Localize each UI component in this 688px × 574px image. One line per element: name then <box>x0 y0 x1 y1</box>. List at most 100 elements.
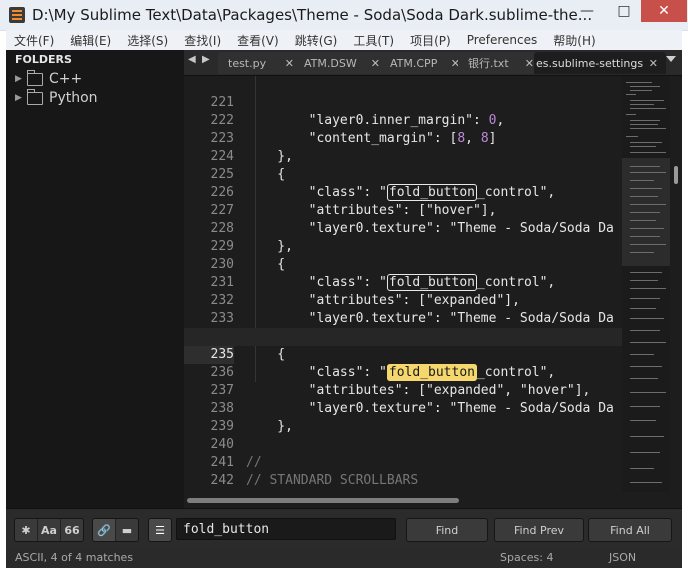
folders-header: FOLDERS <box>15 53 72 66</box>
minimap-line <box>630 420 656 421</box>
minimap-line <box>630 142 662 143</box>
minimap-line <box>630 406 660 407</box>
folder-cpp[interactable]: ▶ C++ <box>15 69 82 89</box>
minimap-line <box>630 166 660 167</box>
find-button[interactable]: Find <box>406 518 488 542</box>
tab-close-icon[interactable]: ✕ <box>371 57 380 70</box>
menu-project[interactable]: 项目(P) <box>402 32 459 49</box>
wrap-toggle-icon[interactable]: 🔗 <box>93 519 116 541</box>
vertical-scrollbar[interactable] <box>670 76 682 492</box>
tab-prev-icon[interactable]: ◀ <box>188 54 196 65</box>
code-line[interactable]: 241 // STANDARD SCROLLBARS <box>184 436 622 488</box>
minimap-line <box>630 188 662 189</box>
find-prev-button[interactable]: Find Prev <box>494 518 584 542</box>
minimap[interactable] <box>622 76 670 492</box>
tab-list-dropdown-icon[interactable] <box>666 56 676 62</box>
code-line[interactable]: 226 "attributes": ["hover"], <box>184 166 622 218</box>
code-line[interactable]: 236 "attributes": ["expanded", "hover"], <box>184 346 622 398</box>
highlight-matches-toggle-icon[interactable]: ☰ <box>149 519 171 541</box>
case-sensitive-toggle-icon[interactable]: Aa <box>38 519 61 541</box>
menu-find[interactable]: 查找(I) <box>176 32 229 49</box>
tab-test-py[interactable]: test.py ✕ <box>218 52 302 74</box>
folder-label: Python <box>49 90 98 106</box>
menu-view[interactable]: 查看(V) <box>229 32 287 49</box>
minimap-line <box>630 228 664 229</box>
status-syntax[interactable]: JSON <box>609 551 636 564</box>
minimap-line <box>626 136 638 137</box>
code-line[interactable]: 229 { <box>184 220 622 272</box>
close-window-button[interactable]: ✕ <box>641 0 687 22</box>
status-indentation[interactable]: Spaces: 4 <box>500 551 553 564</box>
find-all-button[interactable]: Find All <box>588 518 672 542</box>
code-line[interactable]: 232 "layer0.texture": "Theme - Soda/Soda… <box>184 274 622 326</box>
code-line[interactable]: 222 "content_margin": [8, 8] <box>184 94 622 146</box>
code-line[interactable]: 233 }, <box>184 292 622 344</box>
minimap-line <box>630 196 658 197</box>
horizontal-scrollbar[interactable] <box>184 492 682 508</box>
menu-bar: 文件(F) 编辑(E) 选择(S) 查找(I) 查看(V) 跳转(G) 工具(T… <box>6 30 682 50</box>
code-line[interactable]: 228 }, <box>184 202 622 254</box>
expand-arrow-icon[interactable]: ▶ <box>15 74 27 84</box>
tab-label: test.py <box>228 56 267 70</box>
menu-edit[interactable]: 编辑(E) <box>62 32 119 49</box>
minimap-line <box>630 120 660 121</box>
editor-window: FOLDERS ▶ C++ ▶ Python ◀ ▶ test.py ✕ ATM… <box>6 50 682 568</box>
tab-bar: ◀ ▶ test.py ✕ ATM.DSW ✕ ATM.CPP ✕ 银行.txt… <box>184 50 682 76</box>
sublime-app-icon <box>9 7 25 23</box>
horizontal-scroll-thumb[interactable] <box>187 498 459 503</box>
vertical-scroll-thumb[interactable] <box>674 166 678 184</box>
code-line[interactable]: 237 "layer0.texture": "Theme - Soda/Soda… <box>184 364 622 416</box>
code-line[interactable]: 239 <box>184 400 622 434</box>
maximize-button[interactable]: □ <box>607 0 641 22</box>
minimap-line <box>630 244 666 245</box>
tab-atm-dsw[interactable]: ATM.DSW ✕ <box>294 52 388 74</box>
minimap-line <box>630 354 654 355</box>
menu-goto[interactable]: 跳转(G) <box>287 32 346 49</box>
minimap-line <box>626 114 636 115</box>
code-line[interactable]: 243 <box>184 472 622 492</box>
find-input[interactable] <box>176 518 396 540</box>
tab-next-icon[interactable]: ▶ <box>202 54 210 65</box>
folder-python[interactable]: ▶ Python <box>15 88 98 108</box>
code-line[interactable]: 223 }, <box>184 112 622 164</box>
minimap-line <box>630 482 662 483</box>
menu-preferences[interactable]: Preferences <box>459 33 546 47</box>
code-line-current[interactable]: 235 "class": " fold_button _control", <box>184 328 622 381</box>
menu-selection[interactable]: 选择(S) <box>119 32 176 49</box>
regex-toggle-icon[interactable]: ✱ <box>15 519 38 541</box>
menu-file[interactable]: 文件(F) <box>6 32 62 49</box>
code-line[interactable]: 230 "class": " fold_button _control", <box>184 238 622 291</box>
code-line[interactable]: 225 "class": " fold_button _control", <box>184 148 622 201</box>
code-editor[interactable]: 221 "layer0.inner_margin": 0, 222 "conte… <box>184 76 622 492</box>
tab-close-icon[interactable]: ✕ <box>285 57 294 70</box>
expand-arrow-icon[interactable]: ▶ <box>15 93 27 103</box>
code-line[interactable]: 238 }, <box>184 382 622 434</box>
window-title: D:\My Sublime Text\Data\Packages\Theme -… <box>32 6 593 24</box>
code-line[interactable]: 227 "layer0.texture": "Theme - Soda/Soda… <box>184 184 622 236</box>
tab-close-icon[interactable]: ✕ <box>525 57 534 70</box>
highlight-group: ☰ <box>148 518 172 542</box>
tab-close-icon[interactable]: ✕ <box>649 57 658 70</box>
tab-label: ATM.DSW <box>304 56 357 70</box>
whole-word-toggle-icon[interactable]: 66 <box>61 519 83 541</box>
code-line[interactable]: 240 // <box>184 418 622 470</box>
minimize-button[interactable]: — <box>570 0 604 22</box>
tab-sublime-settings[interactable]: es.sublime-settings ✕ <box>534 52 666 74</box>
menu-tools[interactable]: 工具(T) <box>345 32 402 49</box>
minimap-line <box>630 152 666 153</box>
tab-atm-cpp[interactable]: ATM.CPP ✕ <box>380 52 468 74</box>
code-line[interactable]: 224 { <box>184 130 622 182</box>
code-line[interactable]: 221 "layer0.inner_margin": 0, <box>184 76 622 128</box>
code-line[interactable]: 234 { <box>184 310 622 362</box>
minimap-line <box>630 212 660 213</box>
code-line[interactable]: 231 "attributes": ["expanded"], <box>184 256 622 308</box>
minimap-line <box>630 298 660 299</box>
status-encoding-matches: ASCII, 4 of 4 matches <box>15 551 134 564</box>
code-line[interactable]: 242 // <box>184 454 622 492</box>
tab-yinhang-txt[interactable]: 银行.txt ✕ <box>458 52 542 74</box>
menu-help[interactable]: 帮助(H) <box>545 32 603 49</box>
tab-label: 银行.txt <box>468 57 509 70</box>
in-selection-toggle-icon[interactable]: ▬ <box>116 519 138 541</box>
title-bar: D:\My Sublime Text\Data\Packages\Theme -… <box>0 0 688 31</box>
minimap-line <box>630 436 664 437</box>
